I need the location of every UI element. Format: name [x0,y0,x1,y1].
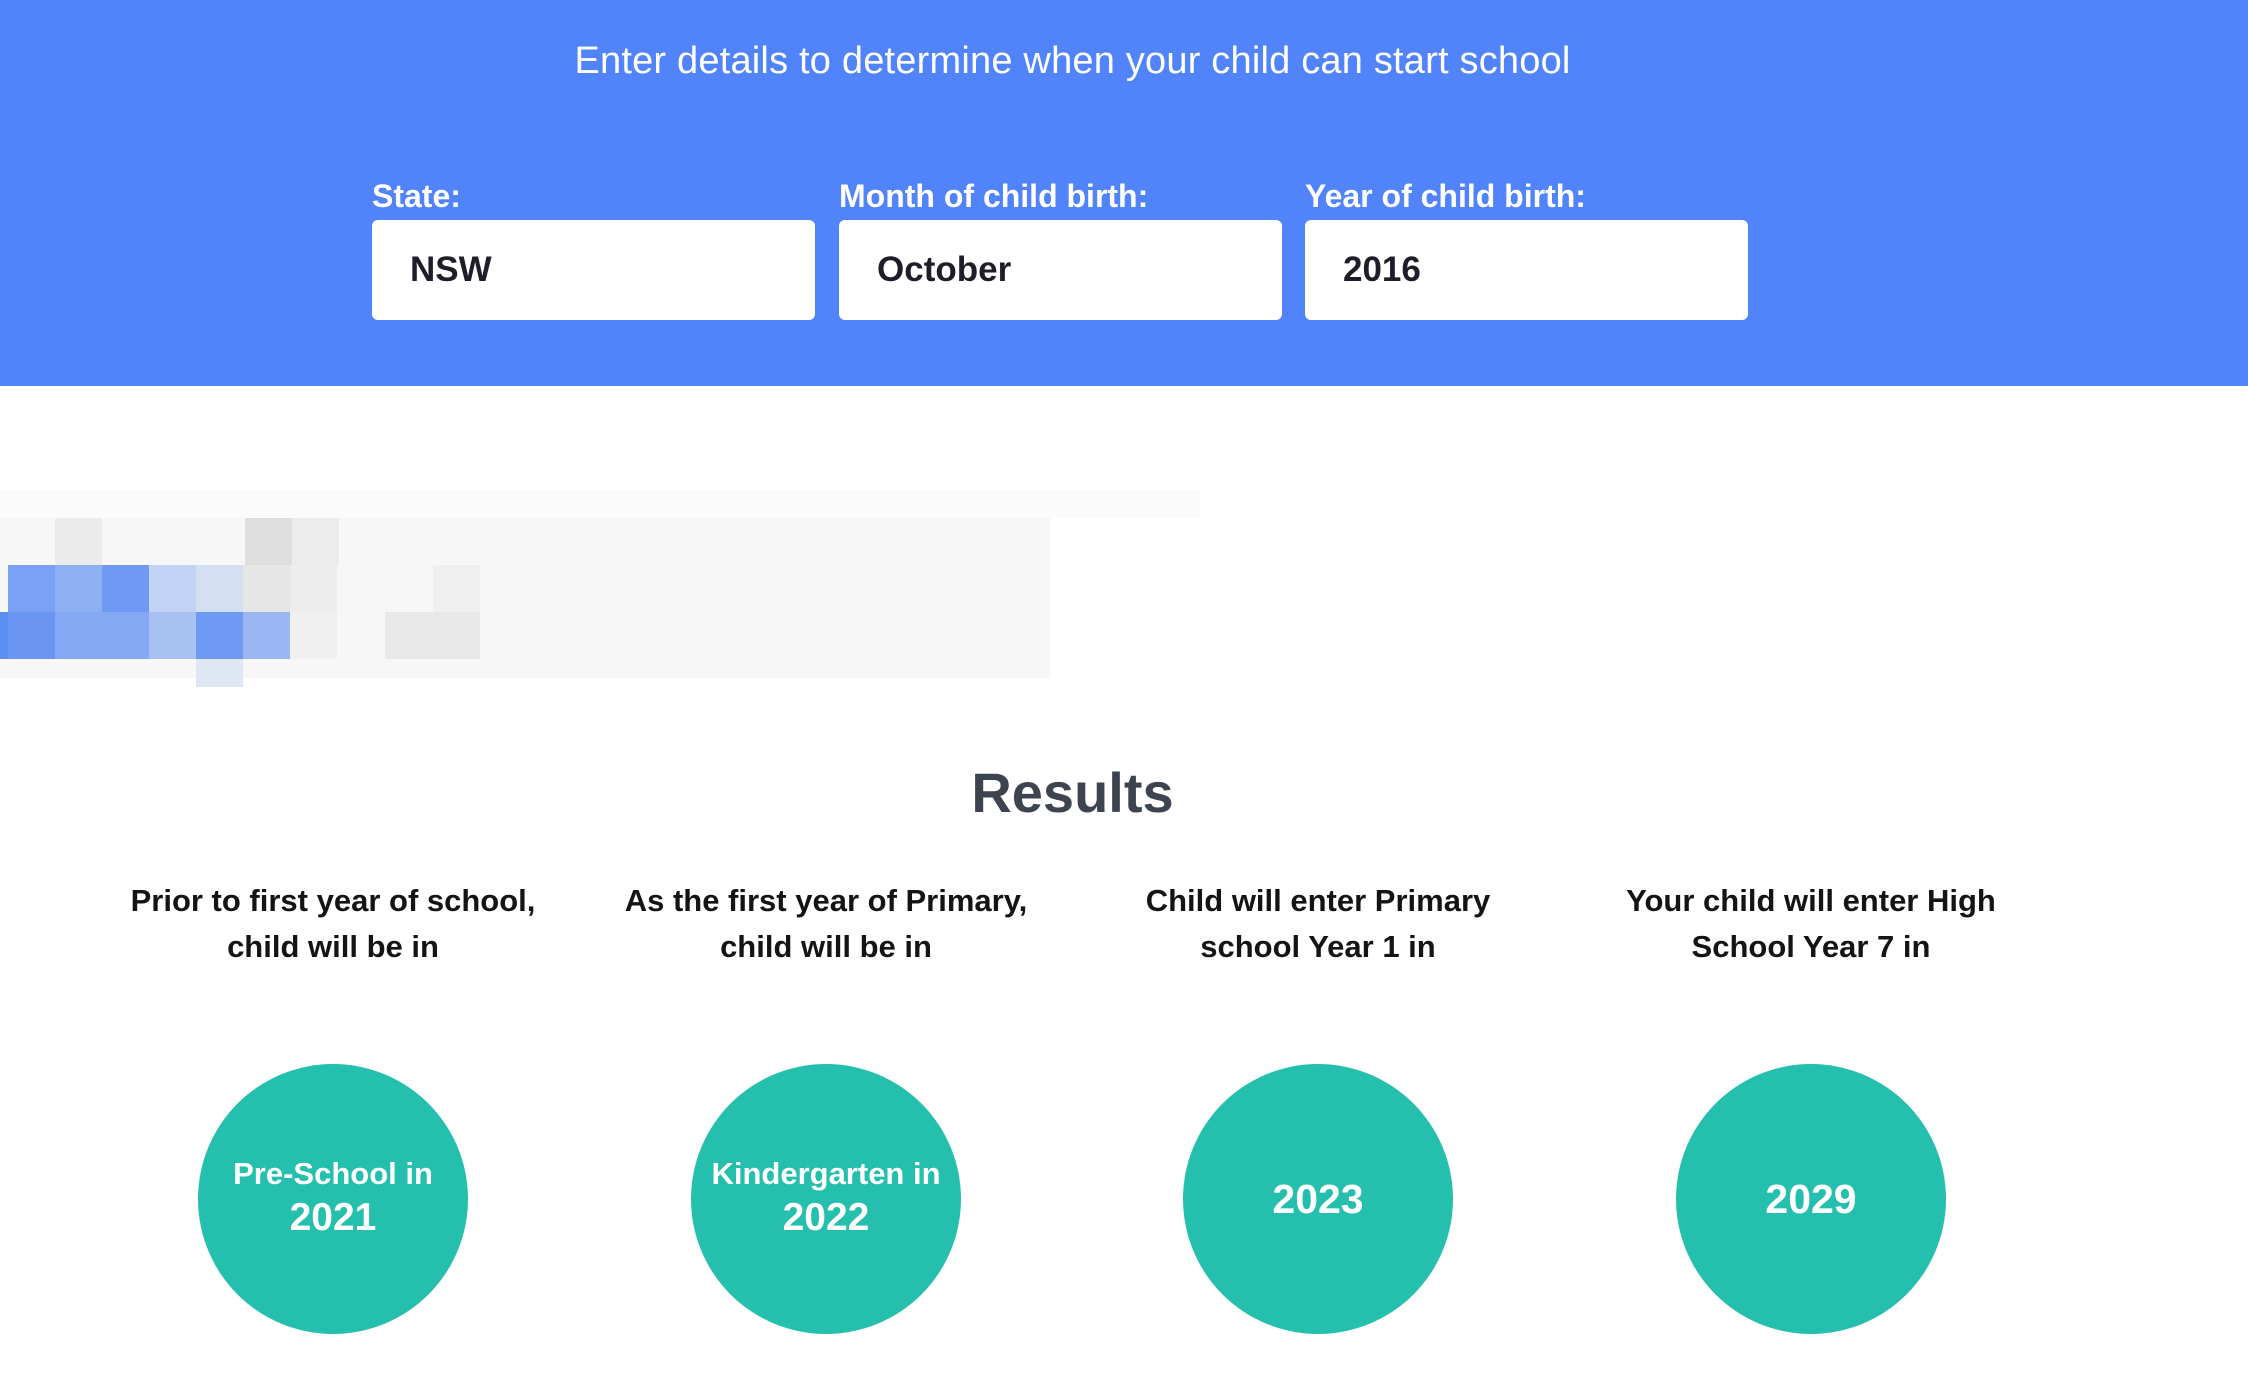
result-badge: 2023 [1183,1064,1453,1334]
result-caption: Prior to first year of school, child wil… [103,878,563,970]
state-label: State: [372,178,461,214]
result-kindergarten: As the first year of Primary, child will… [596,878,1056,1334]
month-select[interactable]: October [839,220,1282,320]
caption-line: child will be in [720,929,932,964]
badge-year: 2023 [1272,1176,1364,1222]
form-subtitle: Enter details to determine when your chi… [574,40,1571,82]
redacted-pixelated-area [0,490,1200,700]
month-label: Month of child birth: [839,178,1149,214]
caption-line: As the first year of Primary, [624,883,1028,918]
result-caption: Your child will enter High School Year 7… [1581,878,2041,970]
caption-line: School Year 7 in [1691,929,1931,964]
caption-line: Child will enter Primary [1145,883,1491,918]
result-caption: Child will enter Primary school Year 1 i… [1088,878,1548,970]
results-heading: Results [971,761,1174,824]
result-badge: Kindergarten in 2022 [691,1064,961,1334]
caption-line: Your child will enter High [1626,883,1996,918]
year-input[interactable]: 2016 [1305,220,1748,320]
result-caption: As the first year of Primary, child will… [596,878,1056,970]
result-preschool: Prior to first year of school, child wil… [103,878,563,1334]
state-select[interactable]: NSW [372,220,815,320]
year-field-group: Year of child birth: 2016 [1305,178,1748,320]
badge-year: 2021 [289,1196,377,1239]
year-label: Year of child birth: [1305,178,1586,214]
badge-label: Pre-School in [233,1156,433,1191]
badge-year: 2029 [1765,1176,1857,1222]
page: Enter details to determine when your chi… [0,0,2248,1390]
result-badge: Pre-School in 2021 [198,1064,468,1334]
caption-line: school Year 1 in [1200,929,1436,964]
result-badge: 2029 [1676,1064,1946,1334]
badge-label: Kindergarten in [711,1156,941,1191]
badge-year: 2022 [782,1196,870,1239]
caption-line: Prior to first year of school, [130,883,536,918]
state-field-group: State: NSW [372,178,815,320]
caption-line: child will be in [227,929,439,964]
details-form-section: Enter details to determine when your chi… [0,0,2248,386]
result-high-school-year7: Your child will enter High School Year 7… [1581,878,2041,1334]
result-primary-year1: Child will enter Primary school Year 1 i… [1088,878,1548,1334]
month-field-group: Month of child birth: October [839,178,1282,320]
